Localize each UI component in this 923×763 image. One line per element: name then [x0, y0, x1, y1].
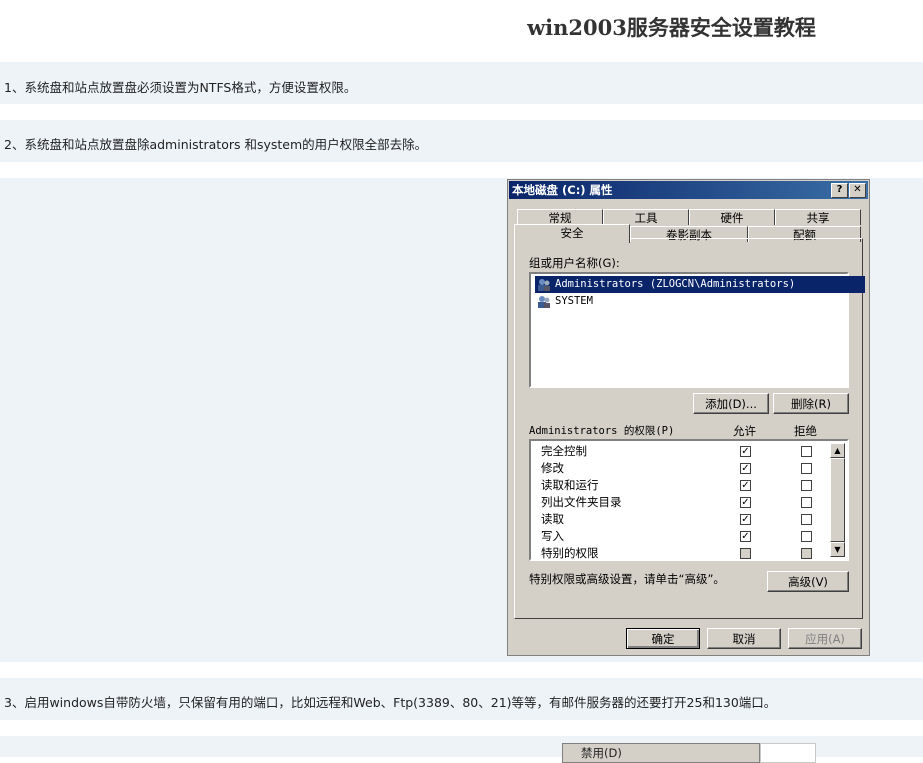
close-icon[interactable]: ✕: [849, 183, 866, 198]
menu-item-disable[interactable]: 禁用(D): [562, 743, 760, 763]
allow-checkbox[interactable]: ✓: [740, 463, 751, 474]
permissions-scrollbar[interactable]: ▲ ▼: [830, 443, 845, 557]
allow-checkbox[interactable]: ✓: [740, 497, 751, 508]
tab-security[interactable]: 安全: [514, 224, 630, 243]
allow-column-header: 允许: [733, 424, 756, 438]
perm-row: 特别的权限: [541, 545, 599, 562]
allow-checkbox[interactable]: ✓: [740, 531, 751, 542]
tab-general[interactable]: 常规: [517, 209, 603, 225]
deny-checkbox: [801, 548, 812, 559]
deny-checkbox[interactable]: [801, 497, 812, 508]
perm-row: 修改: [541, 460, 564, 477]
perm-row: 读取和运行: [541, 477, 599, 494]
dialog-titlebar: 本地磁盘 (C:) 属性 ? ✕: [509, 181, 868, 199]
deny-checkbox[interactable]: [801, 531, 812, 542]
allow-checkbox[interactable]: ✓: [740, 480, 751, 491]
perm-name: 读取和运行: [541, 478, 599, 492]
advanced-hint: 特别权限或高级设置，请单击“高级”。: [529, 572, 725, 586]
user-group-icon: [538, 296, 550, 308]
step-1-text: 1、系统盘和站点放置盘必须设置为NTFS格式，方便设置权限。: [4, 80, 357, 95]
allow-checkbox[interactable]: ✓: [740, 514, 751, 525]
add-button[interactable]: 添加(D)...: [693, 393, 769, 414]
remove-button[interactable]: 删除(R): [773, 393, 849, 414]
deny-checkbox[interactable]: [801, 480, 812, 491]
step-3-text: 3、启用windows自带防火墙，只保留有用的端口，比如远程和Web、Ftp(3…: [4, 695, 777, 710]
permissions-list[interactable]: 完全控制 ✓ 修改 ✓ 读取和运行 ✓ 列出文件夹目录 ✓ 读取 ✓ 写入 ✓ …: [529, 439, 849, 561]
permissions-label: Administrators 的权限(P): [529, 425, 675, 437]
properties-dialog: 本地磁盘 (C:) 属性 ? ✕ 常规 工具 硬件 共享 安全 卷影副本 配额 …: [507, 179, 870, 656]
user-name: SYSTEM: [555, 295, 593, 307]
deny-checkbox[interactable]: [801, 514, 812, 525]
tab-sharing[interactable]: 共享: [775, 209, 861, 225]
apply-button[interactable]: 应用(A): [788, 628, 862, 649]
perm-row: 写入: [541, 528, 564, 545]
perm-name: 完全控制: [541, 444, 587, 458]
scroll-thumb[interactable]: [830, 458, 845, 542]
tab-tools[interactable]: 工具: [603, 209, 689, 225]
deny-checkbox[interactable]: [801, 446, 812, 457]
ok-button[interactable]: 确定: [626, 628, 700, 649]
user-name: Administrators (ZLOGCN\Administrators): [555, 278, 796, 290]
help-button[interactable]: ?: [831, 183, 848, 198]
perm-name: 列出文件夹目录: [541, 495, 622, 509]
user-item-system[interactable]: SYSTEM: [535, 293, 593, 310]
advanced-button[interactable]: 高级(V): [767, 571, 849, 592]
dialog-title: 本地磁盘 (C:) 属性: [512, 183, 613, 197]
deny-checkbox[interactable]: [801, 463, 812, 474]
article-title: win2003服务器安全设置教程: [527, 15, 816, 40]
allow-checkbox: [740, 548, 751, 559]
menu-item-label: 禁用(D): [581, 746, 622, 760]
scroll-up-icon[interactable]: ▲: [830, 443, 845, 458]
user-item-administrators[interactable]: Administrators (ZLOGCN\Administrators): [535, 276, 865, 293]
perm-row: 读取: [541, 511, 564, 528]
security-panel: 组或用户名称(G): Administrators (ZLOGCN\Admini…: [514, 238, 865, 619]
user-group-icon: [538, 279, 550, 291]
cancel-button[interactable]: 取消: [707, 628, 781, 649]
perm-row: 列出文件夹目录: [541, 494, 622, 511]
perm-name: 写入: [541, 529, 564, 543]
step-2-text: 2、系统盘和站点放置盘除administrators 和system的用户权限全…: [4, 137, 428, 152]
users-listbox[interactable]: Administrators (ZLOGCN\Administrators) S…: [529, 272, 865, 388]
menu-side-panel: [760, 743, 816, 763]
perm-name: 特别的权限: [541, 546, 599, 560]
perm-name: 读取: [541, 512, 564, 526]
users-label: 组或用户名称(G):: [529, 256, 620, 270]
scroll-down-icon[interactable]: ▼: [830, 542, 845, 557]
deny-column-header: 拒绝: [794, 424, 817, 438]
perm-row: 完全控制: [541, 443, 587, 460]
perm-name: 修改: [541, 461, 564, 475]
allow-checkbox[interactable]: ✓: [740, 446, 751, 457]
tab-hardware[interactable]: 硬件: [689, 209, 775, 225]
